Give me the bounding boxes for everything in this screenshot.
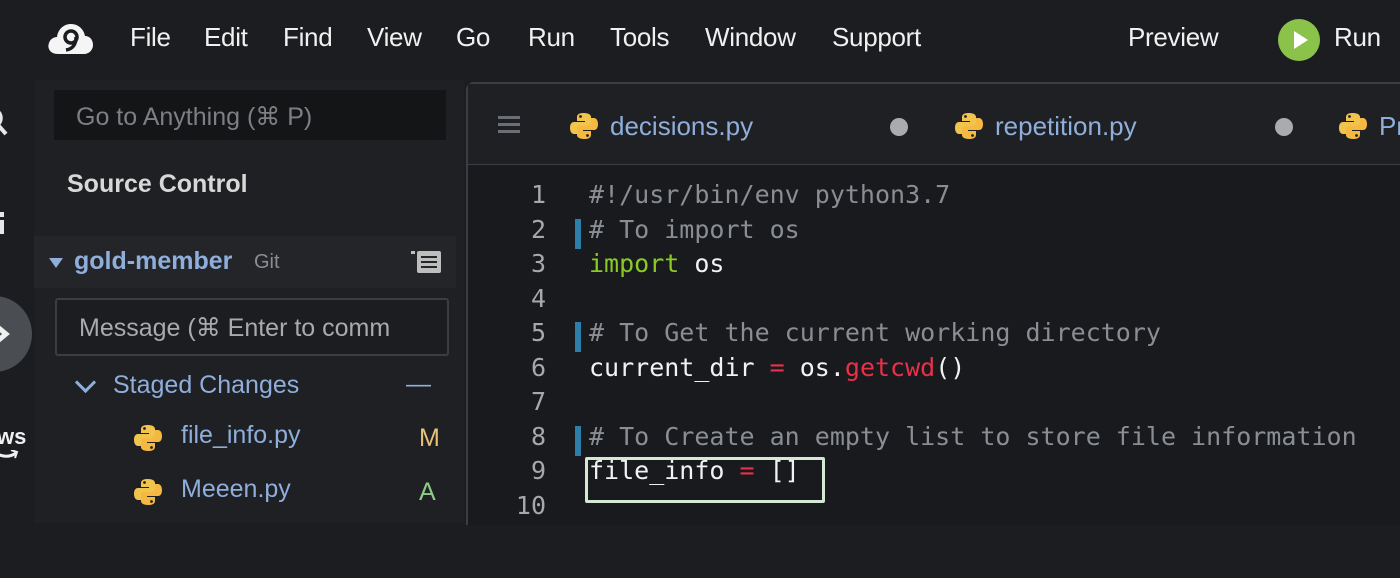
- menu-bar: File Edit Find View Go Run Tools Window …: [0, 0, 1400, 80]
- unsaved-dot-icon[interactable]: [890, 118, 908, 136]
- code-line: 8 # To Create an empty list to store fil…: [468, 422, 1400, 456]
- menu-find[interactable]: Find: [283, 22, 333, 53]
- function-name: getcwd: [844, 353, 936, 382]
- preview-button[interactable]: Preview: [1128, 22, 1219, 53]
- line-number: 5: [530, 318, 546, 347]
- tab-label: Pr: [1379, 111, 1400, 141]
- operator: =: [769, 353, 785, 382]
- code-line: 1 #!/usr/bin/env python3.7: [468, 180, 1400, 214]
- code-token: (): [935, 353, 966, 382]
- unsaved-dot-icon[interactable]: [1275, 118, 1293, 136]
- tab-label: repetition.py: [995, 111, 1137, 141]
- tab-truncated[interactable]: Pr: [1339, 84, 1400, 164]
- source-control-icon[interactable]: [0, 318, 14, 350]
- repo-name: gold-member: [74, 247, 233, 275]
- python-file-icon: [570, 113, 598, 139]
- code-editor: decisions.py repetition.py Pr 1 #!/usr/b…: [466, 82, 1400, 525]
- python-file-icon: [134, 479, 162, 505]
- code-text: # To Create an empty list to store file …: [589, 422, 1357, 451]
- code-text: # To Get the current working directory: [589, 318, 1161, 347]
- environment-icon[interactable]: [0, 212, 8, 236]
- code-line: 5 # To Get the current working directory: [468, 318, 1400, 352]
- tab-bar: decisions.py repetition.py Pr: [468, 84, 1400, 165]
- staged-file-item[interactable]: file_info.py M: [134, 420, 464, 460]
- aws-logo-text[interactable]: ws: [0, 424, 26, 450]
- menu-edit[interactable]: Edit: [204, 22, 248, 53]
- folder-tree-icon[interactable]: [0, 20, 10, 46]
- code-text: #!/usr/bin/env python3.7: [589, 180, 951, 209]
- code-line: 3 import os: [468, 249, 1400, 283]
- panel-title: Source Control: [67, 170, 248, 198]
- search-icon[interactable]: [0, 106, 12, 138]
- commit-message-placeholder: Message (⌘ Enter to comm: [79, 314, 391, 342]
- caret-down-icon[interactable]: [49, 258, 63, 268]
- repo-header[interactable]: gold-member Git: [34, 236, 456, 288]
- staged-changes-label: Staged Changes: [113, 371, 300, 399]
- line-number: 10: [515, 491, 546, 520]
- staged-changes-header[interactable]: Staged Changes —: [74, 370, 454, 410]
- run-play-icon[interactable]: [1278, 19, 1320, 61]
- run-button[interactable]: Run: [1334, 22, 1381, 53]
- line-number: 4: [530, 284, 546, 313]
- line-number: 3: [530, 249, 546, 278]
- code-line: 7: [468, 387, 1400, 421]
- change-marker: [575, 219, 581, 249]
- activity-bar: ws: [0, 80, 34, 523]
- file-name: Meeen.py: [181, 475, 291, 503]
- menu-view[interactable]: View: [367, 22, 422, 53]
- cloud9-logo-icon[interactable]: [46, 22, 94, 56]
- change-marker: [575, 426, 581, 456]
- code-text: # To import os: [589, 215, 800, 244]
- menu-run[interactable]: Run: [528, 22, 575, 53]
- staged-file-item[interactable]: Meeen.py A: [134, 474, 464, 514]
- menu-support[interactable]: Support: [832, 22, 921, 53]
- menu-tools[interactable]: Tools: [610, 22, 670, 53]
- menu-file[interactable]: File: [130, 22, 171, 53]
- python-file-icon: [134, 425, 162, 451]
- code-token: current_dir: [589, 353, 770, 382]
- chevron-down-icon[interactable]: [74, 371, 97, 394]
- menu-go[interactable]: Go: [456, 22, 490, 53]
- python-file-icon: [955, 113, 983, 139]
- repo-vcs-label: Git: [254, 251, 280, 273]
- line-number: 7: [530, 387, 546, 416]
- code-text: import os: [589, 249, 724, 278]
- line-number: 9: [530, 456, 546, 485]
- code-line: 10: [468, 491, 1400, 525]
- code-line: 6 current_dir = os.getcwd(): [468, 353, 1400, 387]
- line-number: 2: [530, 215, 546, 244]
- tab-label: decisions.py: [610, 111, 754, 141]
- file-name: file_info.py: [181, 421, 301, 449]
- python-file-icon: [1339, 113, 1367, 139]
- menu-window[interactable]: Window: [705, 22, 796, 53]
- line-number: 6: [530, 353, 546, 382]
- go-to-anything-input[interactable]: Go to Anything (⌘ P): [54, 90, 446, 140]
- source-control-panel: Go to Anything (⌘ P) Source Control gold…: [34, 80, 464, 523]
- line-number: 1: [530, 180, 546, 209]
- file-status-added: A: [419, 478, 436, 506]
- code-line: 2 # To import os: [468, 215, 1400, 249]
- code-token: os: [679, 249, 725, 278]
- commit-list-icon[interactable]: [411, 248, 441, 274]
- aws-smile-icon: [0, 450, 19, 459]
- line-number: 8: [530, 422, 546, 451]
- hamburger-menu-icon[interactable]: [498, 116, 520, 134]
- keyword: import: [589, 249, 680, 278]
- change-marker: [575, 322, 581, 352]
- go-to-anything-placeholder: Go to Anything (⌘ P): [76, 103, 313, 131]
- unstage-all-button[interactable]: —: [406, 370, 431, 399]
- code-text: current_dir = os.getcwd(): [589, 353, 965, 382]
- code-token: os.: [784, 353, 845, 382]
- commit-message-input[interactable]: Message (⌘ Enter to comm: [55, 298, 449, 356]
- file-status-modified: M: [419, 424, 440, 452]
- code-line: 4: [468, 284, 1400, 318]
